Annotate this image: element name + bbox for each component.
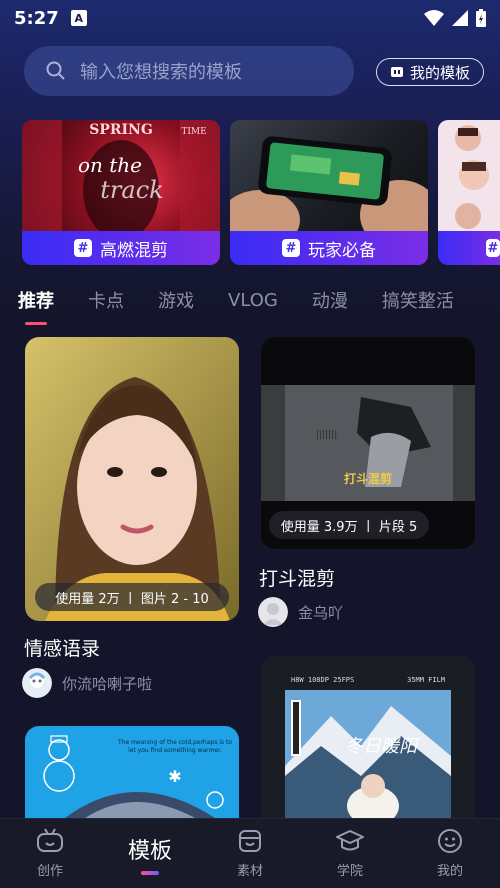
author-name: 你流哈喇子啦 — [62, 674, 153, 693]
template-badge-icon — [390, 67, 403, 77]
nav-profile[interactable]: 我的 — [400, 819, 500, 888]
banner-track-text: track — [100, 176, 163, 204]
hash-icon: # — [282, 239, 300, 257]
usage-stats-badge: 使用量 3.9万 丨 片段 5 — [269, 511, 429, 539]
tab-anime[interactable]: 动漫 — [312, 287, 348, 313]
banner-gamer-essential[interactable]: # 玩家必备 — [230, 120, 428, 265]
card-author[interactable]: 金乌吖 — [258, 597, 343, 627]
create-icon — [37, 828, 63, 852]
thumbnail-caption: 打斗混剪 — [344, 471, 392, 486]
notification-icon: A — [70, 10, 87, 26]
banner-time-text: TIME — [181, 127, 206, 137]
hash-icon: # — [74, 239, 92, 257]
avatar — [258, 597, 288, 627]
banner-on-the-text: on the — [78, 153, 142, 177]
banner-label-text: 高燃混剪 — [100, 240, 168, 261]
nav-label: 创作 — [36, 864, 63, 879]
battery-icon — [476, 9, 486, 27]
banner-label: # 高燃混剪 — [22, 231, 220, 265]
thumbnail-caption: 冬日暖阳 — [345, 736, 419, 757]
banner-partial[interactable]: # — [438, 120, 500, 265]
nav-academy[interactable]: 学院 — [300, 819, 400, 888]
nav-label: 素材 — [236, 864, 263, 879]
status-icons — [424, 9, 486, 27]
card-author[interactable]: 你流哈喇子啦 — [22, 668, 152, 698]
banner-label: # 玩家必备 — [230, 231, 428, 265]
template-card-snow[interactable]: The meaning of the cold,perhaps is to le… — [25, 726, 239, 818]
academy-icon — [336, 830, 364, 851]
banner-label-text: 玩家必备 — [308, 240, 376, 261]
tab-games[interactable]: 游戏 — [158, 287, 194, 313]
template-card-fight-mix[interactable]: ||||||| 打斗混剪 使用量 3.9万 丨 片段 5 — [261, 337, 475, 549]
tab-recommended[interactable]: 推荐 — [18, 287, 54, 313]
film-header-right: 35MM FILM — [407, 676, 445, 684]
template-card-emotional-quotes[interactable]: 使用量 2万 丨 图片 2 - 10 — [25, 337, 239, 621]
banner-spring-text: SPRING — [89, 122, 153, 138]
avatar — [22, 668, 52, 698]
usage-stats-badge: 使用量 2万 丨 图片 2 - 10 — [35, 583, 229, 611]
search-input[interactable]: 输入您想搜索的模板 — [24, 46, 354, 96]
svg-text:let you find something warmer.: let you find something warmer. — [128, 747, 222, 754]
profile-icon — [438, 829, 462, 853]
snow-thumbnail: The meaning of the cold,perhaps is to le… — [43, 735, 232, 818]
status-bar: 5:27 A — [0, 0, 500, 36]
tab-beat-sync[interactable]: 卡点 — [88, 287, 124, 313]
active-nav-indicator — [141, 870, 159, 875]
nav-create[interactable]: 创作 — [0, 819, 100, 888]
bottom-navigation: 创作 模板 素材 学院 我的 — [0, 818, 500, 888]
banner-art: SPRING TIME on the track — [22, 120, 220, 240]
nav-label: 学院 — [336, 864, 363, 879]
nav-materials[interactable]: 素材 — [200, 819, 300, 888]
template-card-winter-film[interactable]: H8W 108DP 25FPS 35MM FILM 冬日暖阳 — [261, 656, 475, 818]
active-tab-indicator — [25, 322, 47, 325]
banner-label: # — [438, 231, 500, 265]
material-icon — [239, 830, 261, 852]
signal-icon — [452, 10, 468, 26]
author-name: 金乌吖 — [298, 603, 344, 622]
tab-vlog[interactable]: VLOG — [228, 290, 278, 311]
banner-image: SPRING TIME on the track — [22, 120, 220, 240]
svg-text:The meaning of the cold,perhap: The meaning of the cold,perhaps is to — [117, 739, 232, 746]
search-placeholder: 输入您想搜索的模板 — [80, 62, 242, 83]
card-title: 情感语录 — [24, 638, 101, 660]
svg-text:✱: ✱ — [168, 767, 181, 786]
portrait-thumbnail — [25, 337, 239, 621]
nav-templates[interactable]: 模板 — [100, 819, 200, 888]
portrait-collage-art — [455, 125, 489, 229]
film-header-left: H8W 108DP 25FPS — [291, 676, 354, 684]
banner-image — [438, 120, 500, 231]
nav-label-active: 模板 — [127, 838, 172, 864]
my-templates-button[interactable]: 我的模板 — [376, 58, 484, 86]
banner-image — [230, 120, 428, 250]
status-time: 5:27 — [14, 7, 59, 29]
wifi-icon — [424, 10, 444, 26]
nav-label: 我的 — [436, 864, 463, 879]
winter-film-thumbnail: H8W 108DP 25FPS 35MM FILM 冬日暖阳 — [285, 676, 451, 818]
banner-high-energy-mix[interactable]: SPRING TIME on the track # 高燃混剪 — [22, 120, 220, 265]
hash-icon: # — [486, 239, 500, 257]
svg-text:|||||||: ||||||| — [316, 430, 337, 440]
my-templates-label: 我的模板 — [409, 63, 470, 82]
card-title: 打斗混剪 — [259, 568, 336, 590]
category-tabs: 推荐 卡点 游戏 VLOG 动漫 搞笑整活 — [0, 280, 500, 320]
phone-in-hands-art — [230, 136, 428, 250]
search-icon — [46, 61, 65, 80]
tab-funny[interactable]: 搞笑整活 — [382, 287, 454, 313]
